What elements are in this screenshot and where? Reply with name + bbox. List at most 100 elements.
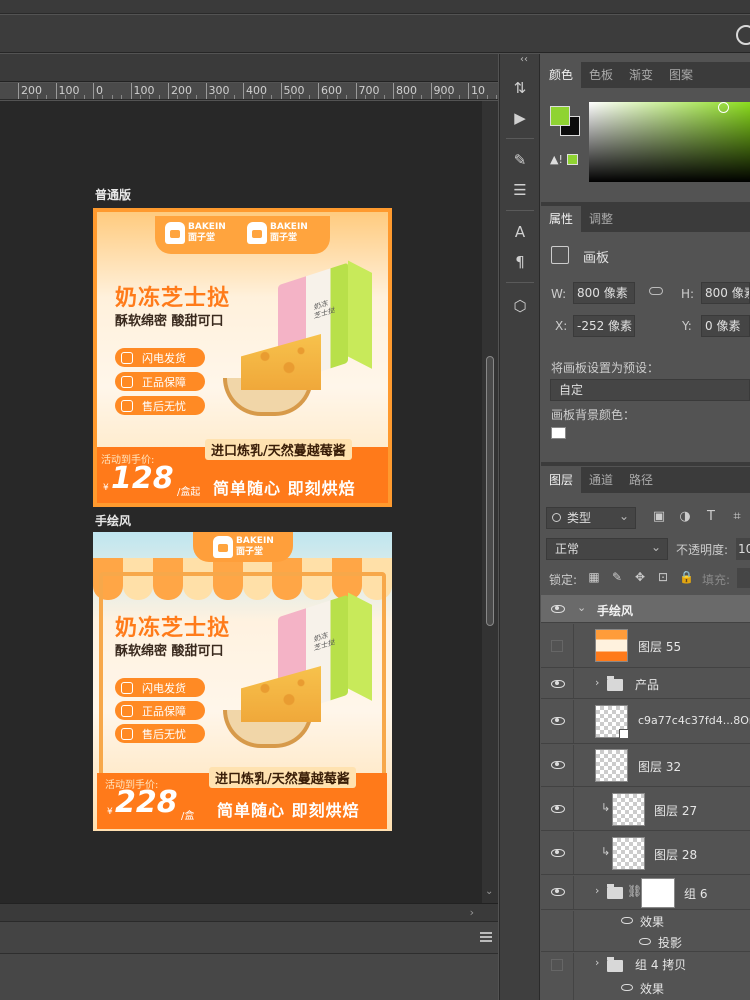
visibility-eye-icon[interactable] [551,761,565,769]
visibility-eye-icon[interactable] [551,717,565,725]
filter-type-icon[interactable]: T [704,510,718,524]
lock-artboard-icon[interactable]: ⊡ [656,570,670,584]
tab-paths[interactable]: 路径 [621,467,661,493]
ruler-major-tick [280,83,282,99]
artboard-handdrawn[interactable]: BAKEIN 面子堂 奶冻芝士挞 酥软绵密 酸甜可口 闪电发货 正品保障 售后无忧… [93,532,392,831]
collapse-panels-icon[interactable]: ‹‹ [520,54,528,65]
scrollbar-thumb[interactable] [486,356,494,626]
document-tab-strip[interactable] [0,54,498,82]
y-field[interactable]: 0 像素 [701,315,750,337]
lock-transparency-icon[interactable]: ▦ [587,570,601,584]
chevron-right-icon[interactable]: › [595,676,599,689]
visibility-off-box[interactable] [551,640,563,652]
visibility-eye-icon[interactable] [551,805,565,813]
right-panel-area: 颜色 色板 渐变 图案 ▲! 属性 调整 画板 W: 800 像素 H: 800… [541,54,750,1000]
tab-pattern[interactable]: 图案 [661,62,701,88]
lock-position-icon[interactable]: ✥ [633,570,647,584]
width-field[interactable]: 800 像素 [573,282,635,304]
lock-all-icon[interactable]: 🔒 [679,570,694,584]
scroll-right-icon[interactable]: › [470,906,474,919]
height-field[interactable]: 800 像素 [701,282,750,304]
layer-row[interactable]: c9a77c4c37fd4...8Ort [541,700,750,744]
search-icon[interactable] [736,25,750,45]
tab-color[interactable]: 颜色 [541,62,582,88]
color-picker-field[interactable] [589,102,750,182]
tab-adjustments[interactable]: 调整 [581,206,621,232]
artboard-standard[interactable]: BAKEIN 面子堂 BAKEIN 面子堂 奶冻芝士挞 酥软绵密 酸甜可口 闪电发货… [93,208,392,507]
horizontal-scrollbar[interactable]: › [0,903,498,921]
chevron-down-icon[interactable]: ⌄ [577,601,586,614]
visibility-off-box[interactable] [551,959,563,971]
artboard-label-handdrawn[interactable]: 手绘风 [95,512,131,529]
gamut-color-swatch[interactable] [567,154,578,165]
layer-row[interactable]: › 组 4 拷贝 [541,953,750,977]
tab-layers[interactable]: 图层 [541,467,582,493]
scroll-down-icon[interactable]: ⌄ [485,886,493,897]
visibility-eye-icon[interactable] [551,680,565,688]
artboard-label-standard[interactable]: 普通版 [95,186,131,203]
tab-gradient[interactable]: 渐变 [621,62,661,88]
layer-name[interactable]: 图层 28 [654,846,697,863]
layer-row[interactable]: ↳ 图层 27 [541,788,750,831]
layer-row[interactable]: 图层 55 [541,624,750,668]
truck-icon [121,681,133,694]
visibility-eye-icon[interactable] [551,849,565,857]
chevron-right-icon[interactable]: › [595,956,599,969]
layer-row[interactable]: ⌄ 手绘风 [541,595,750,623]
filter-adjustment-icon[interactable]: ◑ [678,510,692,524]
gamut-warning-icon[interactable]: ▲! [550,153,563,166]
tab-swatches[interactable]: 色板 [581,62,621,88]
vertical-scrollbar[interactable]: ⌄ [482,101,498,903]
paragraph-icon[interactable]: ¶ [510,252,530,272]
layer-row[interactable]: ↳ 图层 28 [541,832,750,875]
layer-name[interactable]: 产品 [635,676,659,693]
layer-name[interactable]: 图层 32 [638,758,681,775]
artboard-bg-color-swatch[interactable] [551,427,566,439]
foreground-color-swatch[interactable] [550,106,570,126]
layer-name[interactable]: 图层 27 [654,802,697,819]
effect-name[interactable]: 投影 [658,934,682,951]
link-dimensions-icon[interactable] [649,287,663,295]
layer-effect-row[interactable]: 投影 [541,931,750,952]
visibility-eye-icon[interactable] [621,917,633,924]
x-field[interactable]: -252 像素 [573,315,635,337]
layer-kind-filter[interactable]: 类型 [546,506,636,529]
badge-text: 闪电发货 [142,681,186,695]
visibility-eye-icon[interactable] [551,888,565,896]
brand-name: BAKEIN [236,536,274,546]
tab-properties[interactable]: 属性 [541,206,582,232]
blend-mode-dropdown[interactable]: 正常 [546,537,668,560]
visibility-eye-icon[interactable] [621,984,633,991]
chevron-right-icon[interactable]: › [595,884,599,897]
filter-shape-icon[interactable]: ⌗ [730,510,744,524]
brush-settings-icon[interactable]: ✎ [510,150,530,170]
layer-row[interactable]: 图层 32 [541,745,750,787]
tab-channels[interactable]: 通道 [581,467,621,493]
play-icon[interactable]: ▶ [510,108,530,128]
horizontal-ruler[interactable]: 200 100 0 100 200 300 400 500 600 700 800 900 10 [0,83,498,100]
3d-cube-icon[interactable]: ⬡ [510,296,530,316]
layer-name[interactable]: 图层 55 [638,638,681,655]
adjust-sliders-icon[interactable]: ☰ [510,180,530,200]
layer-row[interactable]: › 产品 [541,669,750,699]
layer-effect-row[interactable]: 效果 [541,911,750,931]
layer-row[interactable]: › ⛓ 组 6 [541,876,750,910]
visibility-eye-icon[interactable] [639,938,651,945]
preset-dropdown[interactable]: 自定 [550,379,750,401]
type-icon[interactable]: A [510,222,530,242]
visibility-eye-icon[interactable] [551,605,565,613]
lock-pixels-icon[interactable]: ✎ [610,570,624,584]
fill-field[interactable] [737,568,750,588]
layer-name[interactable]: 组 6 [684,885,707,902]
layer-name[interactable]: 组 4 拷贝 [635,956,686,973]
layer-effect-row[interactable]: 效果 [541,977,750,1000]
layer-mask-thumbnail[interactable] [641,878,675,908]
link-chain-icon[interactable]: ⛓ [627,884,642,898]
opacity-field[interactable]: 10 [736,538,750,560]
layer-name[interactable]: 手绘风 [597,602,633,619]
filter-pixel-icon[interactable]: ▣ [652,510,666,524]
panel-menu-icon[interactable] [480,932,492,942]
history-icon[interactable]: ⇅ [510,78,530,98]
layer-name[interactable]: c9a77c4c37fd4...8Ort [638,714,750,727]
color-picker-handle[interactable] [718,102,729,113]
